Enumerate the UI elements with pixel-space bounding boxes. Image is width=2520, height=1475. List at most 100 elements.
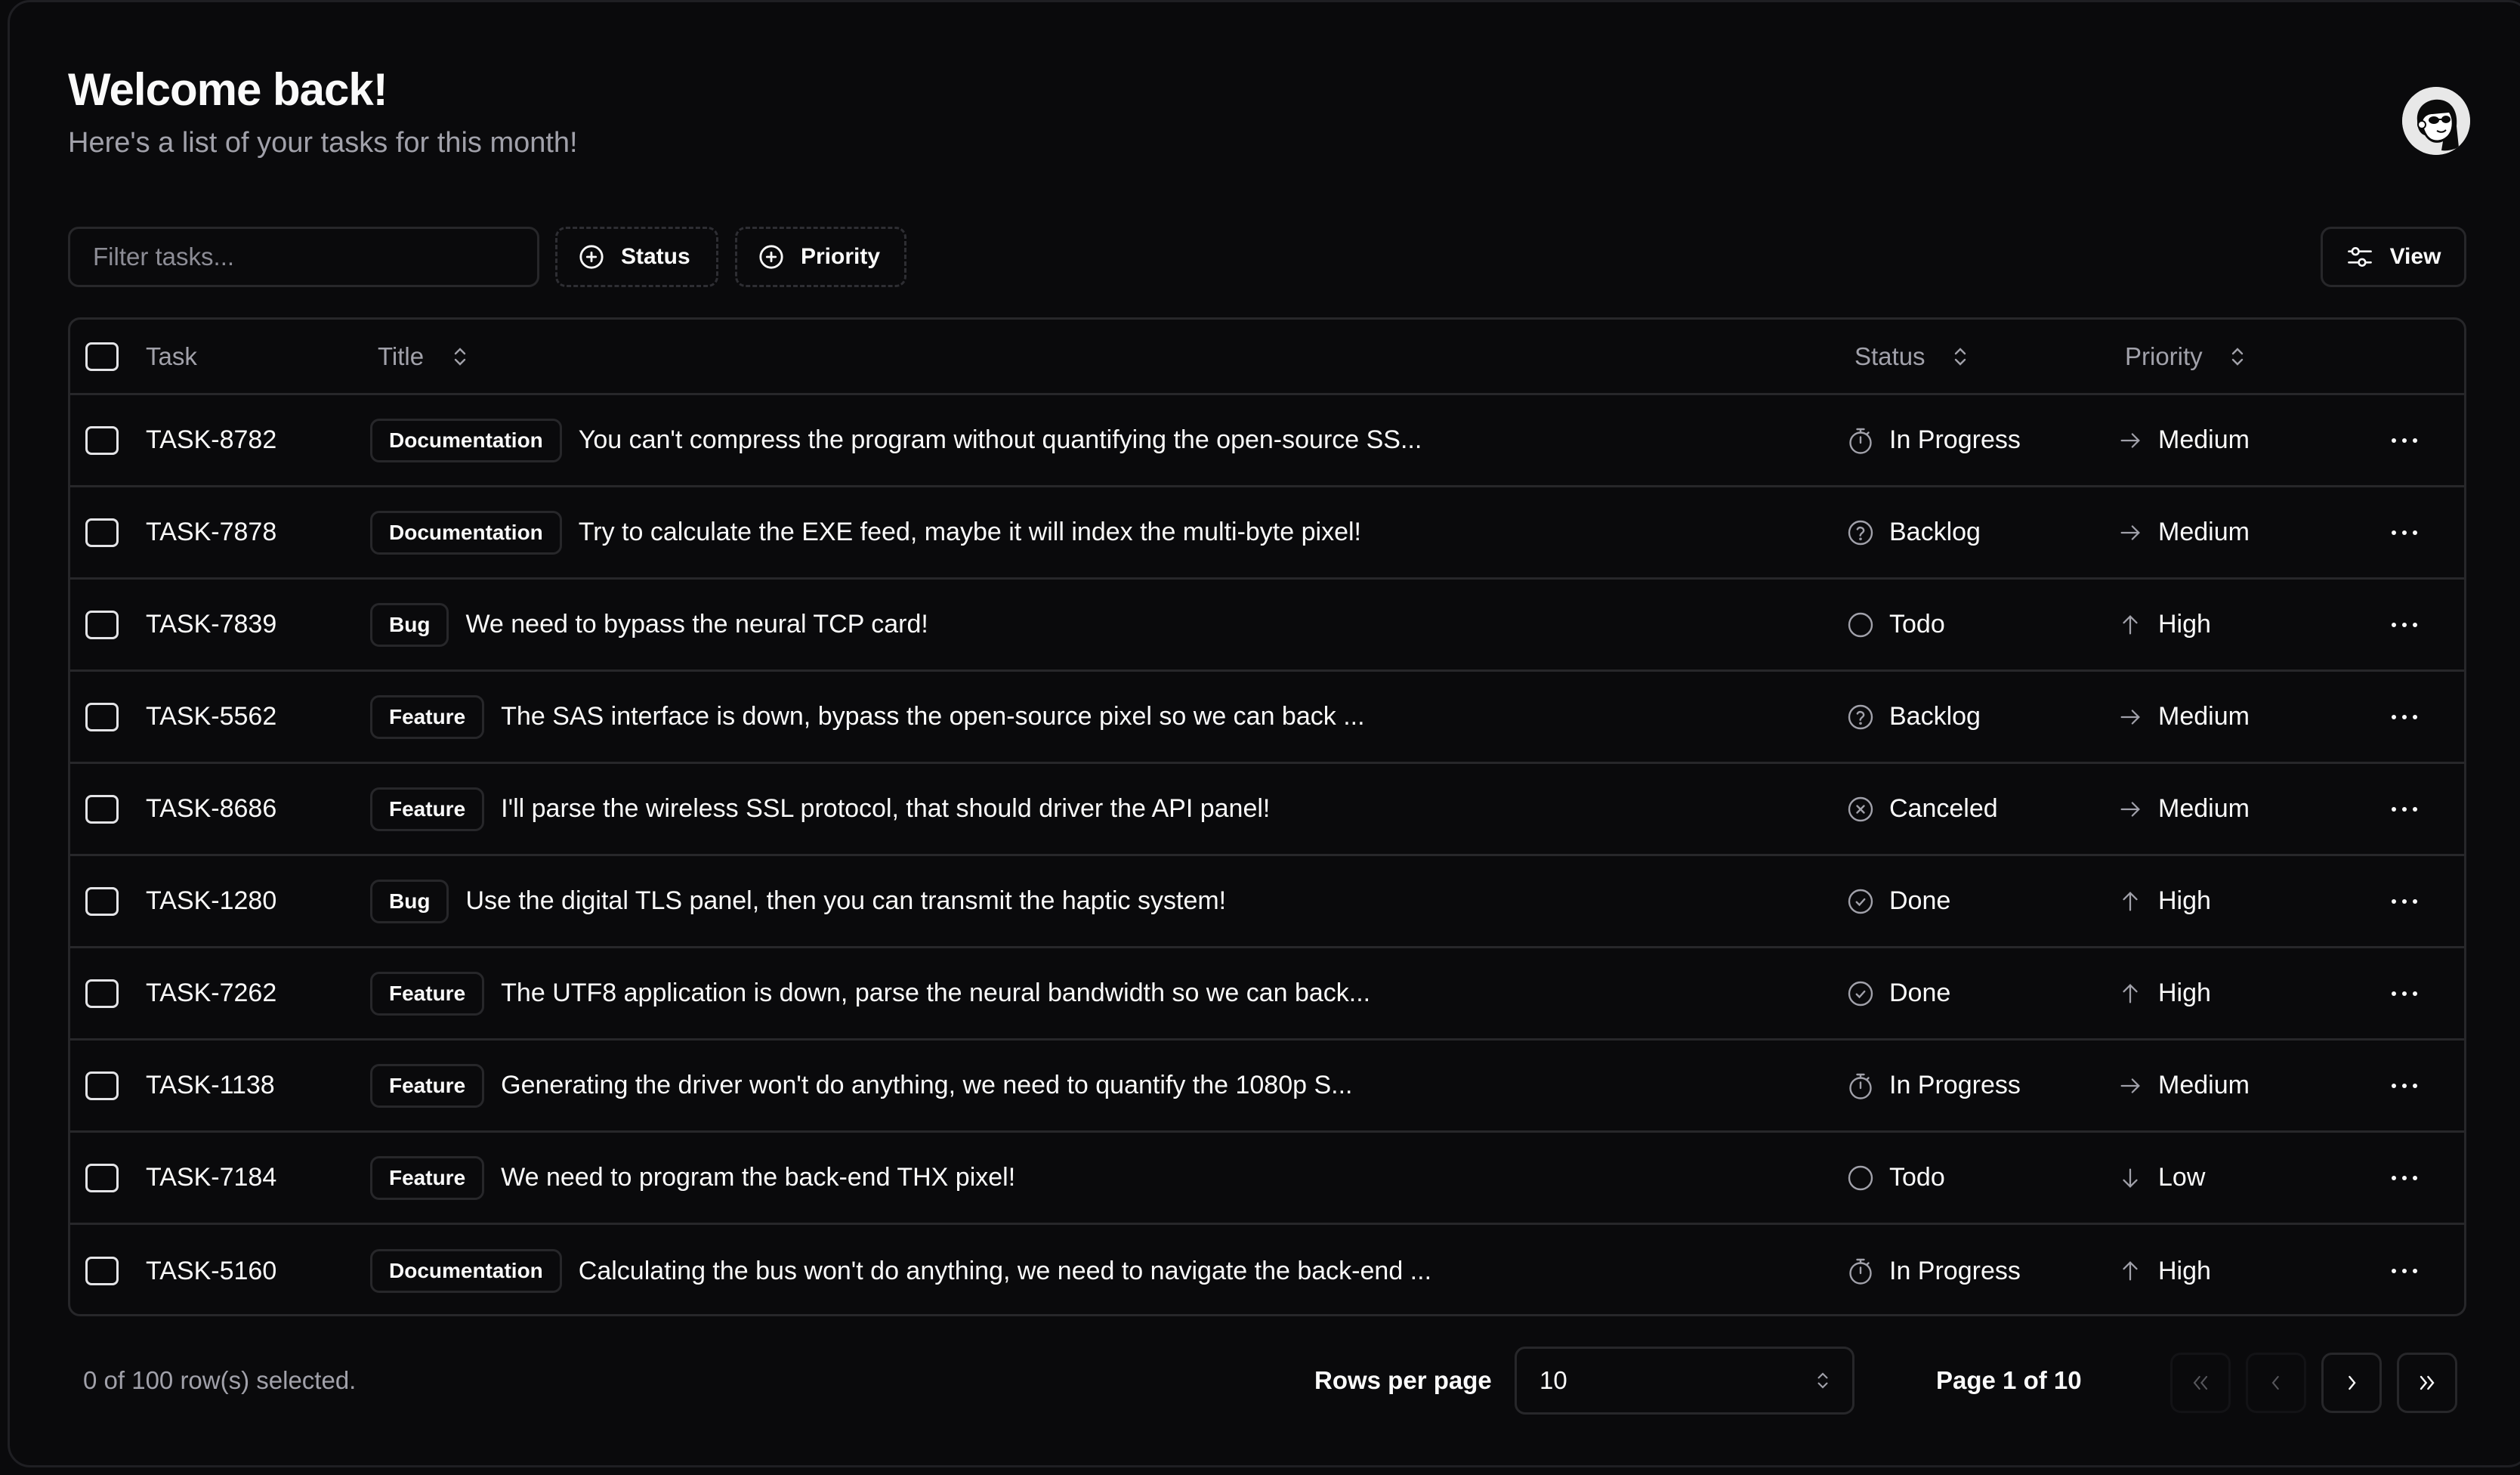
- previous-page-button[interactable]: [2246, 1353, 2306, 1413]
- status-label: In Progress: [1889, 425, 2021, 454]
- column-header-priority[interactable]: Priority: [2125, 342, 2245, 371]
- task-priority: High: [2117, 979, 2211, 1008]
- status-filter-button[interactable]: Status: [555, 227, 718, 287]
- page-title: Welcome back!: [68, 64, 388, 115]
- chevron-right-icon: [2349, 1375, 2356, 1390]
- first-page-button[interactable]: [2170, 1353, 2231, 1413]
- task-title: Try to calculate the EXE feed, maybe it …: [578, 518, 1361, 546]
- row-select-checkbox[interactable]: [85, 425, 119, 455]
- row-actions-button[interactable]: [2382, 979, 2427, 1009]
- row-select-checkbox[interactable]: [85, 518, 119, 547]
- table-row[interactable]: TASK-5160 Documentation Calculating the …: [70, 1225, 2464, 1314]
- row-actions-button[interactable]: [2382, 425, 2427, 456]
- status-label: In Progress: [1889, 1071, 2021, 1099]
- row-actions-button[interactable]: [2382, 886, 2427, 917]
- priority-label: Medium: [2158, 794, 2250, 823]
- sort-icon: [1953, 346, 1968, 367]
- view-options-button[interactable]: View: [2321, 227, 2466, 287]
- row-actions-button[interactable]: [2382, 1256, 2427, 1286]
- table-row[interactable]: TASK-7878 Documentation Try to calculate…: [70, 487, 2464, 580]
- priority-label: Medium: [2158, 518, 2250, 546]
- table-row[interactable]: TASK-8782 Documentation You can't compre…: [70, 395, 2464, 487]
- row-select-checkbox[interactable]: [85, 610, 119, 639]
- table-row[interactable]: TASK-7839 Bug We need to bypass the neur…: [70, 580, 2464, 672]
- task-status: Backlog: [1847, 702, 1981, 731]
- task-title: We need to program the back-end THX pixe…: [501, 1163, 1016, 1192]
- row-actions-button[interactable]: [2382, 794, 2427, 824]
- table-row[interactable]: TASK-8686 Feature I'll parse the wireles…: [70, 764, 2464, 856]
- tasks-table: Task Title Status Priority TASK-8782 Doc…: [68, 317, 2466, 1316]
- table-row[interactable]: TASK-1280 Bug Use the digital TLS panel,…: [70, 856, 2464, 948]
- more-horizontal-icon: [2392, 622, 2417, 627]
- row-actions-button[interactable]: [2382, 1163, 2427, 1193]
- column-header-title[interactable]: Title: [378, 342, 468, 371]
- task-id: TASK-7262: [146, 979, 277, 1007]
- row-select-checkbox[interactable]: [85, 1257, 119, 1285]
- table-row[interactable]: TASK-1138 Feature Generating the driver …: [70, 1041, 2464, 1133]
- row-select-checkbox[interactable]: [85, 886, 119, 916]
- arrow-right-icon: [2117, 796, 2143, 822]
- more-horizontal-icon: [2392, 898, 2417, 904]
- row-select-checkbox[interactable]: [85, 1163, 119, 1192]
- task-title: We need to bypass the neural TCP card!: [465, 610, 928, 639]
- question-circle-icon: [1847, 519, 1874, 546]
- plus-circle-icon: [759, 245, 783, 269]
- row-actions-button[interactable]: [2382, 518, 2427, 548]
- rows-per-page-label: Rows per page: [1314, 1366, 1492, 1394]
- row-actions-button[interactable]: [2382, 1071, 2427, 1101]
- view-label: View: [2389, 244, 2441, 269]
- stopwatch-icon: [1847, 1256, 1874, 1286]
- chevron-left-icon: [2271, 1375, 2279, 1390]
- task-status: Done: [1847, 886, 1950, 916]
- select-all-checkbox[interactable]: [85, 342, 119, 371]
- row-select-checkbox[interactable]: [85, 979, 119, 1008]
- status-label: Done: [1889, 979, 1951, 1007]
- avatar[interactable]: [2402, 87, 2470, 155]
- task-priority: High: [2117, 1257, 2211, 1286]
- priority-label: Medium: [2158, 1071, 2250, 1099]
- status-label: Canceled: [1889, 794, 1998, 823]
- column-header-status[interactable]: Status: [1854, 342, 1968, 371]
- table-row[interactable]: TASK-7262 Feature The UTF8 application i…: [70, 948, 2464, 1041]
- toolbar: Status Priority View: [68, 227, 2466, 287]
- priority-label: Medium: [2158, 702, 2250, 731]
- arrow-up-icon: [2117, 612, 2143, 638]
- circle-icon: [1847, 1164, 1874, 1192]
- arrow-right-icon: [2117, 520, 2143, 546]
- next-page-button[interactable]: [2321, 1353, 2382, 1413]
- table-footer: 0 of 100 row(s) selected. Rows per page …: [83, 1347, 2470, 1415]
- column-header-status-label: Status: [1854, 342, 1926, 370]
- row-actions-button[interactable]: [2382, 702, 2427, 732]
- task-status: Todo: [1847, 610, 1945, 639]
- label-badge: Feature: [370, 1063, 485, 1108]
- task-status: Canceled: [1847, 794, 1998, 824]
- filter-tasks-input[interactable]: [68, 227, 539, 287]
- priority-label: High: [2158, 886, 2211, 915]
- more-horizontal-icon: [2392, 1175, 2417, 1180]
- stopwatch-icon: [1847, 1071, 1874, 1101]
- priority-filter-button[interactable]: Priority: [735, 227, 906, 287]
- row-select-checkbox[interactable]: [85, 1071, 119, 1100]
- rows-per-page-select[interactable]: 10: [1515, 1347, 1854, 1415]
- row-select-checkbox[interactable]: [85, 702, 119, 731]
- sort-icon: [452, 346, 468, 367]
- more-horizontal-icon: [2392, 991, 2417, 996]
- more-horizontal-icon: [2392, 806, 2417, 812]
- status-filter-label: Status: [621, 244, 690, 269]
- arrow-up-icon: [2117, 889, 2143, 914]
- task-title: Use the digital TLS panel, then you can …: [465, 886, 1227, 915]
- row-select-checkbox[interactable]: [85, 794, 119, 824]
- table-row[interactable]: TASK-5562 Feature The SAS interface is d…: [70, 672, 2464, 764]
- circle-icon: [1847, 611, 1874, 639]
- row-actions-button[interactable]: [2382, 610, 2427, 640]
- priority-filter-label: Priority: [801, 244, 881, 269]
- last-page-button[interactable]: [2397, 1353, 2457, 1413]
- x-circle-icon: [1847, 796, 1874, 823]
- label-badge: Bug: [370, 602, 449, 647]
- column-header-title-label: Title: [378, 342, 425, 370]
- more-horizontal-icon: [2392, 1269, 2417, 1273]
- task-id: TASK-7839: [146, 610, 277, 639]
- task-priority: High: [2117, 610, 2211, 639]
- table-row[interactable]: TASK-7184 Feature We need to program the…: [70, 1133, 2464, 1225]
- task-id: TASK-7184: [146, 1163, 277, 1192]
